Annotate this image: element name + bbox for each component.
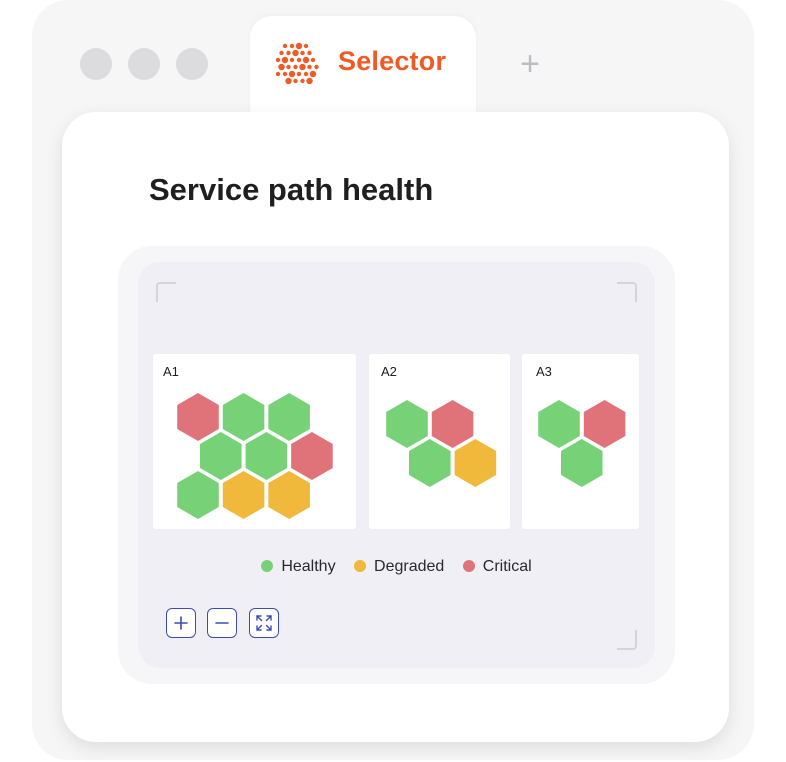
hex-cell-critical[interactable] <box>431 400 474 448</box>
hex-cell-degraded[interactable] <box>222 471 265 519</box>
hex-cell-critical[interactable] <box>583 400 626 448</box>
hex-cell-critical[interactable] <box>291 432 333 480</box>
hex-cell-degraded[interactable] <box>268 471 310 519</box>
hex-cell-critical[interactable] <box>177 393 219 441</box>
legend-item-degraded: Degraded <box>354 558 444 576</box>
frame-corner <box>617 282 637 302</box>
expand-icon <box>256 615 272 631</box>
hex-cluster <box>538 400 626 487</box>
hex-cell-degraded[interactable] <box>454 439 497 487</box>
frame-corner <box>617 630 637 650</box>
page-title: Service path health <box>149 172 434 207</box>
group-a1[interactable]: A1 <box>153 354 356 529</box>
hex-cell-healthy[interactable] <box>177 471 219 519</box>
selector-logo-icon <box>275 42 319 85</box>
degraded-dot-icon <box>354 560 367 572</box>
group-a3[interactable]: A3 <box>522 354 639 529</box>
legend-item-critical: Critical <box>462 558 532 576</box>
fit-to-screen-button[interactable] <box>249 608 279 638</box>
hex-cluster <box>386 400 497 487</box>
legend: Healthy Degraded Critical <box>138 558 655 576</box>
frame-corner <box>156 282 176 302</box>
window-minimize-dot[interactable] <box>128 48 160 80</box>
plus-icon[interactable]: + <box>516 47 544 81</box>
window-maximize-dot[interactable] <box>176 48 208 80</box>
legend-label: Degraded <box>374 558 445 575</box>
hex-cell-healthy[interactable] <box>268 393 310 441</box>
legend-item-healthy: Healthy <box>261 558 336 576</box>
hex-cluster <box>177 393 333 519</box>
healthy-dot-icon <box>261 560 274 572</box>
hex-cell-healthy[interactable] <box>245 432 288 480</box>
hex-cell-healthy[interactable] <box>200 432 242 480</box>
legend-label: Healthy <box>281 558 336 575</box>
hex-cell-healthy[interactable] <box>561 439 603 487</box>
hex-cell-healthy[interactable] <box>538 400 580 448</box>
plus-icon <box>174 616 188 630</box>
minus-icon <box>215 622 229 624</box>
legend-label: Critical <box>482 558 532 575</box>
critical-dot-icon <box>462 560 475 572</box>
zoom-in-button[interactable] <box>166 608 196 638</box>
hex-cell-healthy[interactable] <box>409 439 451 487</box>
map-panel-frame: A1 A2 A3 Healthy Degraded Critical <box>118 246 675 684</box>
window-close-dot[interactable] <box>80 48 112 80</box>
active-tab[interactable]: Selector <box>250 16 476 126</box>
tab-title: Selector <box>338 46 447 76</box>
health-card: Service path health A1 A2 A3 Healthy Deg… <box>62 112 729 742</box>
hex-cell-healthy[interactable] <box>386 400 428 448</box>
zoom-out-button[interactable] <box>207 608 237 638</box>
map-panel[interactable]: A1 A2 A3 Healthy Degraded Critical <box>138 262 655 668</box>
group-a2[interactable]: A2 <box>369 354 510 529</box>
hex-cell-healthy[interactable] <box>222 393 265 441</box>
